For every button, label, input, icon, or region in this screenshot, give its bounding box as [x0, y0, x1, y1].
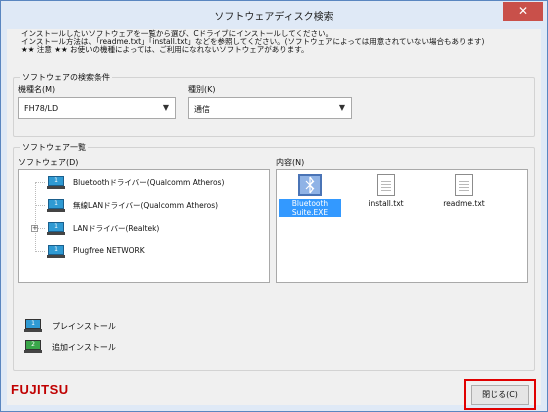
chevron-down-icon: ▼	[338, 103, 345, 112]
software-tree[interactable]: 1 Bluetoothドライバー(Qualcomm Atheros) 1 無線L…	[18, 169, 270, 283]
tree-item-label: LANドライバー(Realtek)	[73, 224, 160, 233]
software-group-title: ソフトウェア一覧	[20, 142, 88, 153]
chevron-down-icon: ▼	[162, 103, 169, 112]
file-name: Bluetooth Suite.EXE	[279, 199, 341, 217]
content-file-list[interactable]: Bluetooth Suite.EXE install.txt readme.t…	[276, 169, 528, 283]
model-label: 機種名(M)	[18, 85, 56, 94]
tree-connector	[35, 205, 45, 206]
model-select[interactable]: FH78/LD ▼	[18, 97, 176, 119]
file-name: readme.txt	[443, 199, 485, 208]
text-file-icon	[377, 174, 395, 196]
file-item[interactable]: install.txt	[355, 174, 417, 208]
title-bar: ソフトウェアディスク検索 ✕	[1, 1, 547, 29]
tree-connector	[35, 251, 45, 252]
tree-connector	[35, 182, 45, 183]
main-window: ソフトウェアディスク検索 ✕ インストールしたいソフトウェアを一覧から選び、Cド…	[0, 0, 548, 412]
software-label: ソフトウェア(D)	[18, 158, 79, 167]
type-select[interactable]: 通信 ▼	[188, 97, 352, 119]
file-item[interactable]: readme.txt	[433, 174, 495, 208]
exe-icon	[298, 174, 322, 196]
preinstall-laptop-icon: 1	[47, 199, 65, 212]
tree-item-label: Plugfree NETWORK	[73, 246, 145, 255]
close-button[interactable]: 閉じる(C)	[471, 385, 529, 405]
additional-install-legend-icon: 2	[24, 340, 42, 353]
model-select-value: FH78/LD	[24, 104, 59, 113]
type-label: 種別(K)	[188, 85, 216, 94]
preinstall-laptop-icon: 1	[47, 176, 65, 189]
text-file-icon	[455, 174, 473, 196]
tree-item-label: Bluetoothドライバー(Qualcomm Atheros)	[73, 178, 225, 187]
preinstall-laptop-icon: 1	[47, 245, 65, 258]
search-group-title: ソフトウェアの検索条件	[20, 72, 112, 83]
window-close-icon[interactable]: ✕	[503, 2, 543, 21]
tree-connector	[35, 182, 36, 252]
window-title: ソフトウェアディスク検索	[214, 12, 334, 23]
preinstall-legend-label: プレインストール	[52, 322, 116, 331]
instruction-line-3: ★★ 注意 ★★ お使いの機種によっては、ご利用になれないソフトウェアがあります…	[21, 45, 309, 54]
search-conditions-group: ソフトウェアの検索条件 機種名(M) FH78/LD ▼ 種別(K) 通信 ▼	[13, 72, 535, 137]
client-area: インストールしたいソフトウェアを一覧から選び、Cドライブにインストールしてくださ…	[7, 29, 541, 405]
file-item-selected[interactable]: Bluetooth Suite.EXE	[279, 174, 341, 217]
preinstall-laptop-icon: 1	[47, 222, 65, 235]
type-select-value: 通信	[194, 105, 210, 114]
preinstall-legend-icon: 1	[24, 319, 42, 332]
content-label: 内容(N)	[276, 158, 305, 167]
expand-icon[interactable]: +	[31, 225, 38, 232]
software-list-group: ソフトウェア一覧 ソフトウェア(D) 内容(N) 1 Bluetoothドライバ…	[13, 142, 535, 371]
fujitsu-logo: FUJITSU	[11, 382, 69, 397]
additional-install-legend-label: 追加インストール	[52, 343, 116, 352]
tree-item-label: 無線LANドライバー(Qualcomm Atheros)	[73, 201, 219, 210]
file-name: install.txt	[368, 199, 404, 208]
